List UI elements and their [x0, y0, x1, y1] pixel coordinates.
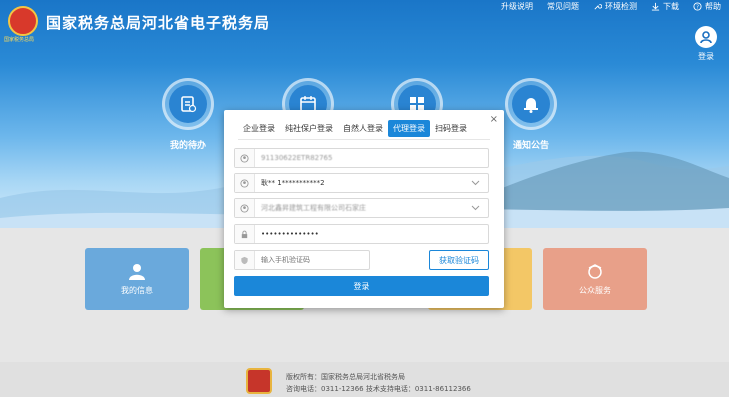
user-icon [695, 26, 717, 48]
link-faq[interactable]: 常见问题 [547, 1, 579, 12]
link-upgrade-notes[interactable]: 升级说明 [501, 1, 533, 12]
link-env-check[interactable]: 环境检测 [593, 1, 637, 12]
logo-caption: 国家税务总局 [4, 37, 35, 43]
todo-icon [169, 85, 207, 123]
help-icon: ? [693, 2, 702, 11]
wrench-icon [594, 4, 602, 10]
public-service-icon [588, 263, 602, 279]
svg-text:?: ? [696, 4, 699, 10]
footer-logo [246, 368, 272, 394]
agent-select[interactable]: 耿** 1***********2 [234, 173, 489, 193]
login-label: 登录 [698, 52, 714, 61]
tile-public-service[interactable]: 公众服务 [543, 248, 647, 310]
get-sms-code-button[interactable]: 获取验证码 [429, 250, 489, 270]
shield-icon [235, 251, 255, 269]
tab-qr-login[interactable]: 扫码登录 [430, 120, 472, 137]
tab-social-security-login[interactable]: 纯社保户登录 [280, 120, 338, 137]
tile-label: 公众服务 [579, 285, 611, 295]
top-links: 升级说明 常见问题 环境检测 下载 ? 帮助 [501, 1, 721, 12]
chevron-down-icon[interactable] [470, 180, 480, 186]
top-bar: 国家税务总局 国家税务总局河北省电子税务局 升级说明 常见问题 环境检测 下载 … [0, 0, 729, 61]
site-title: 国家税务总局河北省电子税务局 [46, 14, 271, 32]
tax-emblem-logo [8, 6, 38, 36]
feature-my-todo[interactable]: 我的待办 [148, 78, 228, 151]
user-icon [235, 149, 255, 167]
user-icon [235, 174, 255, 192]
tab-natural-person-login[interactable]: 自然人登录 [338, 120, 388, 137]
download-icon [651, 2, 660, 11]
tile-label: 我的信息 [121, 285, 153, 295]
password-field[interactable]: •••••••••••••• [234, 224, 489, 244]
bell-icon [512, 85, 550, 123]
tab-enterprise-login[interactable]: 企业登录 [238, 120, 280, 137]
user-icon [235, 199, 255, 217]
footer: 版权所有：国家税务总局河北省税务局 咨询电话：0311-12366 技术支持电话… [0, 362, 729, 397]
link-download[interactable]: 下载 [651, 1, 679, 12]
person-icon [129, 263, 145, 280]
company-select[interactable]: 河北鑫昇建筑工程有限公司石家庄 [234, 198, 489, 218]
sms-code-input[interactable] [255, 252, 357, 268]
close-icon[interactable]: × [490, 114, 498, 125]
lock-icon [235, 225, 255, 243]
tab-divider [238, 139, 490, 140]
link-help[interactable]: ? 帮助 [693, 1, 721, 12]
login-button[interactable]: 登录 [695, 26, 717, 62]
feature-label: 我的待办 [169, 141, 206, 151]
login-dialog: × 企业登录 纯社保户登录 自然人登录 代理登录 扫码登录 91130622ET… [224, 110, 504, 308]
taxpayer-id-value: 91130622ETR82765 [261, 154, 333, 162]
taxpayer-id-field[interactable]: 91130622ETR82765 [234, 148, 489, 168]
tile-my-info[interactable]: 我的信息 [85, 248, 189, 310]
password-value: •••••••••••••• [261, 230, 319, 238]
agent-select-value: 耿** 1***********2 [261, 179, 325, 187]
login-submit-button[interactable]: 登录 [234, 276, 489, 296]
company-select-value: 河北鑫昇建筑工程有限公司石家庄 [261, 204, 366, 212]
sms-code-field[interactable] [234, 250, 370, 270]
login-tabs: 企业登录 纯社保户登录 自然人登录 代理登录 扫码登录 [238, 120, 472, 137]
chevron-down-icon[interactable] [470, 205, 480, 211]
tab-agent-login[interactable]: 代理登录 [388, 120, 430, 137]
footer-copyright: 版权所有：国家税务总局河北省税务局 [286, 373, 405, 381]
footer-contact: 咨询电话：0311-12366 技术支持电话：0311-86112366 [286, 385, 471, 393]
